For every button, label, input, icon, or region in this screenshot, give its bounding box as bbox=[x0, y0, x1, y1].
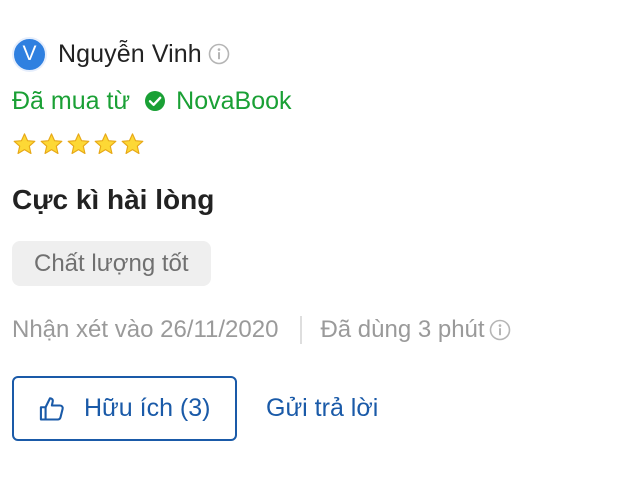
reviewer-row: V Nguyễn Vinh bbox=[12, 36, 230, 72]
star-icon bbox=[39, 132, 64, 157]
avatar: V bbox=[12, 36, 47, 72]
usage-duration: Đã dùng 3 phút bbox=[320, 316, 485, 343]
purchase-verified-row: Đã mua từ NovaBook bbox=[12, 84, 292, 118]
review-actions: Hữu ích (3) Gửi trả lời bbox=[12, 376, 378, 441]
review-meta-row: Nhận xét vào 26/11/2020 Đã dùng 3 phút bbox=[12, 312, 511, 348]
meta-divider bbox=[300, 316, 303, 344]
star-icon bbox=[66, 132, 91, 157]
star-icon bbox=[12, 132, 37, 157]
purchase-label: Đã mua từ bbox=[12, 86, 131, 115]
review-card: V Nguyễn Vinh Đã mua từ NovaBook Cực kì … bbox=[0, 0, 627, 503]
star-rating bbox=[12, 132, 145, 157]
star-icon bbox=[93, 132, 118, 157]
info-icon[interactable] bbox=[208, 43, 230, 65]
review-tag: Chất lượng tốt bbox=[12, 241, 211, 286]
helpful-button[interactable]: Hữu ích (3) bbox=[12, 376, 237, 441]
reviewer-name: Nguyễn Vinh bbox=[58, 39, 202, 68]
thumbs-up-icon bbox=[38, 395, 66, 423]
review-title: Cực kì hài lòng bbox=[12, 184, 215, 215]
star-icon bbox=[120, 132, 145, 157]
info-icon[interactable] bbox=[489, 319, 511, 341]
store-name: NovaBook bbox=[176, 86, 292, 115]
reply-link[interactable]: Gửi trả lời bbox=[266, 394, 378, 423]
review-date: Nhận xét vào 26/11/2020 bbox=[12, 316, 279, 343]
helpful-label: Hữu ích (3) bbox=[84, 394, 211, 422]
check-circle-icon bbox=[144, 90, 166, 112]
